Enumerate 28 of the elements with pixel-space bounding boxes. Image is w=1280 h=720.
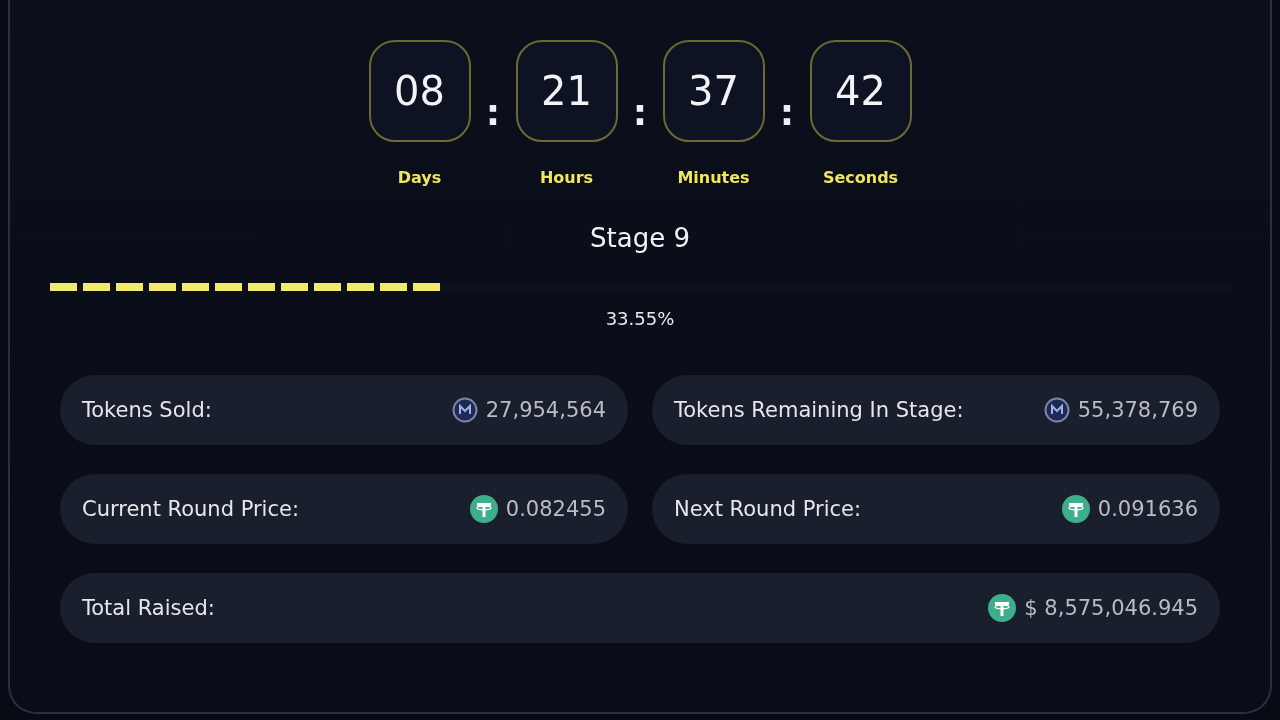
coin-icon [451, 397, 478, 423]
stat-value: 0.082455 [505, 497, 606, 521]
progress-percent: 33.55% [605, 308, 675, 329]
stat-value: 27,954,564 [485, 398, 606, 422]
countdown-label: Seconds [822, 168, 899, 187]
countdown-value: 21 [515, 40, 618, 142]
stat-value: $ 8,575,046.945 [1024, 596, 1198, 620]
tether-icon [469, 495, 498, 523]
countdown-label: Hours [539, 168, 594, 187]
colon-separator: : [631, 91, 649, 133]
stat-label: Tokens Sold: [82, 398, 212, 422]
stat-label: Next Round Price: [674, 497, 862, 521]
countdown-label: Days [397, 168, 442, 187]
stat-value: 55,378,769 [1077, 398, 1198, 422]
colon-separator: : [778, 91, 796, 133]
countdown-label: Minutes [677, 168, 750, 187]
coin-icon [1043, 397, 1070, 423]
colon-separator: : [484, 91, 502, 133]
stage-title: Stage 9 [590, 223, 690, 253]
countdown-value: 42 [809, 40, 912, 142]
tether-icon [988, 594, 1017, 622]
stat-label: Tokens Remaining In Stage: [674, 398, 964, 422]
stat-value: 0.091636 [1097, 497, 1198, 521]
stat-label: Total Raised: [82, 596, 215, 620]
tether-icon [1061, 495, 1090, 523]
stat-label: Current Round Price: [82, 497, 299, 521]
countdown-value: 37 [662, 40, 765, 142]
countdown-value: 08 [368, 40, 471, 142]
